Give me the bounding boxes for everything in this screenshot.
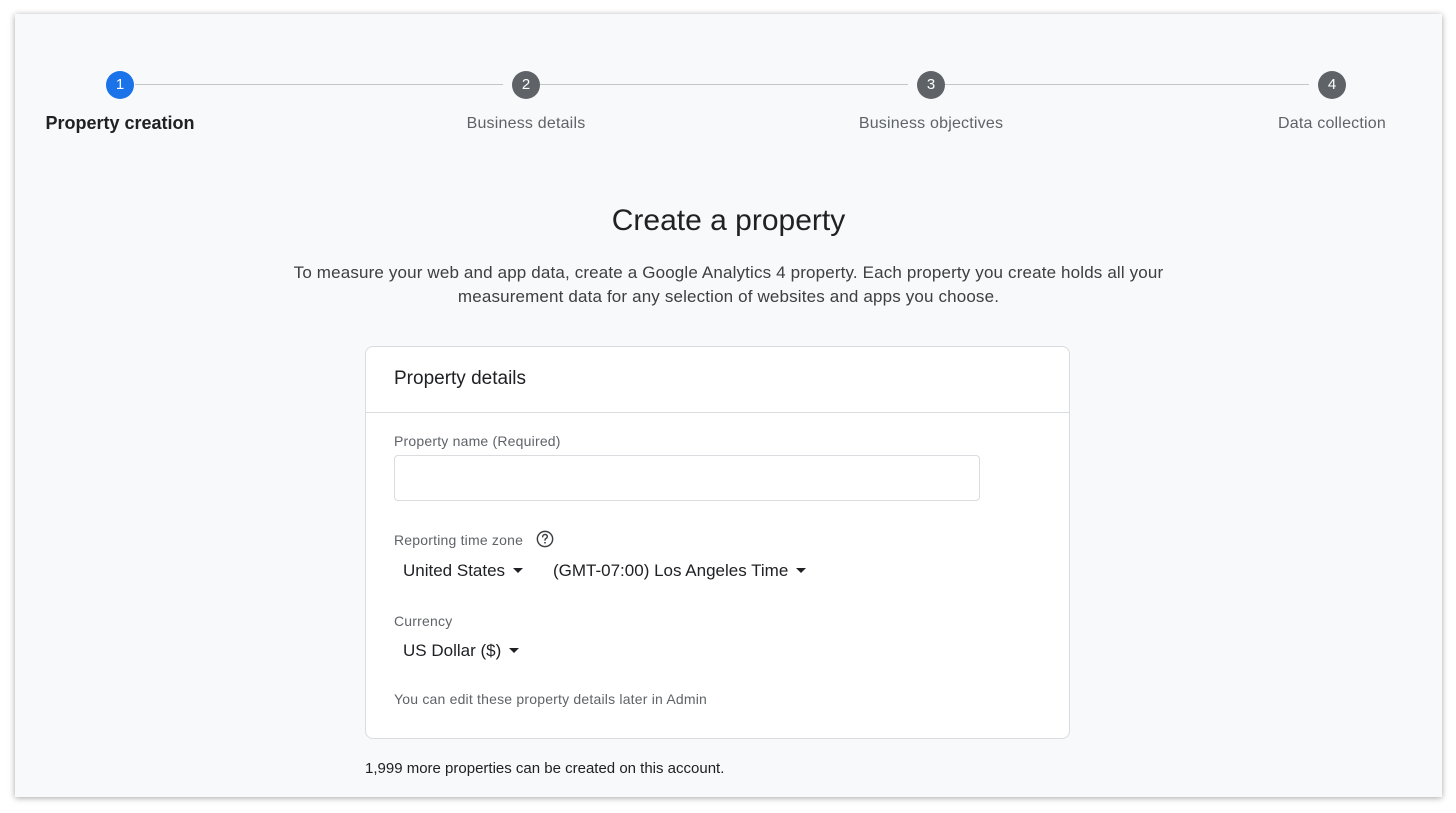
property-name-input[interactable]	[394, 455, 980, 501]
step-label: Business details	[466, 115, 586, 132]
step-data-collection[interactable]: 4 Data collection	[1202, 71, 1442, 133]
step-label: Data collection	[1278, 115, 1386, 132]
time-zone-value: (GMT-07:00) Los Angeles Time	[553, 561, 789, 580]
property-name-label: Property name (Required)	[394, 433, 561, 449]
step-number: 4	[1318, 71, 1346, 99]
step-label: Property creation	[45, 113, 195, 133]
caret-down-icon	[513, 568, 524, 574]
country-value: United States	[403, 561, 506, 580]
property-details-card: Property details Property name (Required…	[365, 346, 1070, 739]
step-label: Business objectives	[858, 115, 1004, 132]
caret-down-icon	[796, 568, 807, 574]
step-property-creation[interactable]: 1 Property creation	[15, 71, 250, 134]
step-business-details[interactable]: 2 Business details	[396, 71, 656, 133]
page-subtitle: To measure your web and app data, create…	[293, 263, 1164, 306]
card-title: Property details	[366, 347, 1069, 413]
property-quota-note: 1,999 more properties can be created on …	[365, 760, 725, 777]
caret-down-icon	[509, 648, 520, 654]
step-number: 1	[106, 71, 134, 99]
currency-dropdown[interactable]: US Dollar ($)	[394, 635, 520, 667]
step-number: 2	[512, 71, 540, 99]
app-window: 1 Property creation 2 Business details 3…	[15, 14, 1442, 797]
help-circle-icon[interactable]	[536, 530, 554, 548]
card-footnote: You can edit these property details late…	[394, 691, 708, 707]
time-zone-dropdown[interactable]: (GMT-07:00) Los Angeles Time	[544, 555, 807, 587]
step-business-objectives[interactable]: 3 Business objectives	[801, 71, 1061, 133]
page-title: Create a property	[611, 204, 846, 237]
step-number: 3	[917, 71, 945, 99]
time-zone-label: Reporting time zone	[394, 532, 524, 548]
currency-value: US Dollar ($)	[403, 641, 502, 660]
currency-label: Currency	[394, 613, 453, 629]
stepper: 1 Property creation 2 Business details 3…	[15, 14, 1442, 164]
country-dropdown[interactable]: United States	[394, 555, 524, 587]
